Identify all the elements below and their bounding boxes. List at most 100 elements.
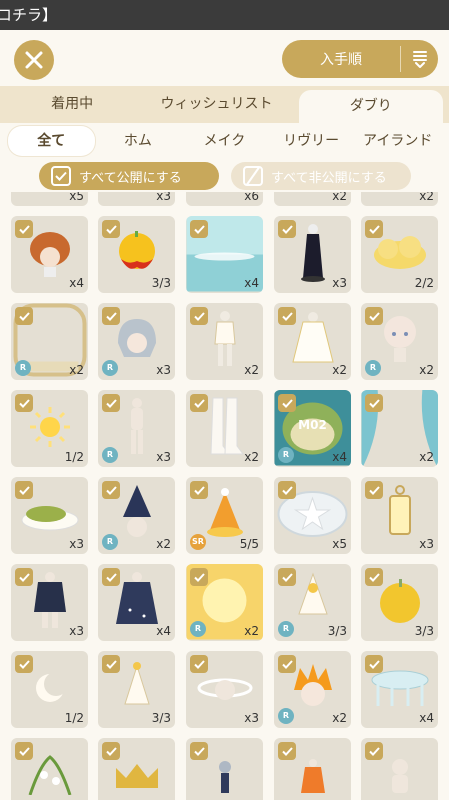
item-count: 1/2	[64, 711, 84, 725]
item-cell[interactable]: x3	[186, 651, 263, 728]
item-cell[interactable]: Rx3	[98, 390, 175, 467]
item-cell[interactable]: x5	[274, 477, 351, 554]
item-cell[interactable]	[98, 738, 175, 800]
item-cell[interactable]: x5	[11, 192, 88, 206]
item-checkbox[interactable]	[190, 394, 208, 412]
item-checkbox[interactable]	[15, 655, 33, 673]
item-stage-label: M02	[298, 418, 327, 432]
face-icon	[378, 312, 422, 372]
item-checkbox[interactable]	[15, 220, 33, 238]
item-cell[interactable]: x3	[11, 564, 88, 641]
item-checkbox[interactable]	[102, 481, 120, 499]
tab-livly[interactable]: リヴリー	[268, 126, 355, 156]
item-cell[interactable]: x2	[186, 390, 263, 467]
item-checkbox[interactable]	[15, 307, 33, 325]
item-cell[interactable]: x2	[361, 390, 438, 467]
item-checkbox[interactable]	[102, 394, 120, 412]
item-cell[interactable]: Rx2	[186, 564, 263, 641]
sun-hat-icon	[293, 570, 333, 636]
item-cell[interactable]: x3	[274, 216, 351, 293]
item-cell[interactable]: Rx2	[361, 303, 438, 380]
item-checkbox[interactable]	[102, 307, 120, 325]
publish-all-button[interactable]: すべて公開にする	[39, 162, 219, 190]
rarity-badge: R	[15, 360, 31, 376]
item-cell[interactable]: x2	[274, 192, 351, 206]
header: 入手順	[0, 30, 449, 86]
item-checkbox[interactable]	[278, 568, 296, 586]
close-button[interactable]	[14, 40, 54, 80]
item-checkbox[interactable]	[190, 307, 208, 325]
item-cell[interactable]: R 3/3	[274, 564, 351, 641]
item-checkbox[interactable]	[278, 481, 296, 499]
item-checkbox[interactable]	[190, 655, 208, 673]
tab-wishlist[interactable]: ウィッシュリスト	[144, 86, 288, 123]
item-cell[interactable]	[11, 738, 88, 800]
item-cell[interactable]: x3	[11, 477, 88, 554]
item-checkbox[interactable]	[102, 220, 120, 238]
moon-icon	[28, 666, 72, 714]
tab-wearing[interactable]: 着用中	[0, 86, 144, 123]
item-cell[interactable]: x4	[186, 216, 263, 293]
item-checkbox[interactable]	[365, 307, 383, 325]
item-cell[interactable]	[186, 738, 263, 800]
item-checkbox[interactable]	[278, 655, 296, 673]
item-cell[interactable]: x4	[11, 216, 88, 293]
item-checkbox[interactable]	[365, 220, 383, 238]
item-checkbox[interactable]	[15, 568, 33, 586]
item-checkbox[interactable]	[190, 481, 208, 499]
item-checkbox[interactable]	[278, 220, 296, 238]
rarity-badge: R	[190, 621, 206, 637]
item-cell[interactable]: 3/3	[361, 564, 438, 641]
item-cell[interactable]: x2	[186, 303, 263, 380]
orange-dress-icon	[295, 757, 331, 797]
item-cell[interactable]: 1/2	[11, 390, 88, 467]
tab-island[interactable]: アイランド	[354, 126, 441, 156]
item-cell[interactable]: 3/3	[98, 216, 175, 293]
item-count: x4	[419, 711, 434, 725]
sun-icon	[28, 405, 72, 453]
item-checkbox[interactable]	[365, 568, 383, 586]
item-cell[interactable]: Rx2	[98, 477, 175, 554]
item-cell[interactable]: x2	[274, 303, 351, 380]
item-cell[interactable]	[361, 738, 438, 800]
item-checkbox[interactable]	[15, 481, 33, 499]
item-checkbox[interactable]	[190, 220, 208, 238]
item-cell[interactable]: M02 Rx4	[274, 390, 351, 467]
item-checkbox[interactable]	[365, 742, 383, 760]
item-checkbox[interactable]	[278, 742, 296, 760]
ornament-icon	[210, 757, 240, 797]
tab-home[interactable]: ホム	[95, 126, 182, 156]
item-checkbox[interactable]	[365, 481, 383, 499]
item-cell[interactable]: x6	[186, 192, 263, 206]
item-cell[interactable]: 2/2	[361, 216, 438, 293]
item-checkbox[interactable]	[190, 742, 208, 760]
item-cell[interactable]: x4	[98, 564, 175, 641]
item-checkbox[interactable]	[102, 742, 120, 760]
item-cell[interactable]: x3	[98, 192, 175, 206]
item-count: 3/3	[414, 624, 434, 638]
item-checkbox[interactable]	[365, 655, 383, 673]
item-cell[interactable]: x2	[361, 192, 438, 206]
tab-makeup[interactable]: メイク	[181, 126, 268, 156]
unpublish-all-button[interactable]: すべて非公開にする	[231, 162, 411, 190]
item-cell[interactable]: x3	[361, 477, 438, 554]
item-checkbox[interactable]	[102, 568, 120, 586]
item-cell[interactable]: 1/2	[11, 651, 88, 728]
item-checkbox[interactable]	[15, 742, 33, 760]
item-cell[interactable]: Rx3	[98, 303, 175, 380]
item-cell[interactable]: x4	[361, 651, 438, 728]
item-cell[interactable]	[274, 738, 351, 800]
item-checkbox[interactable]	[190, 568, 208, 586]
tab-duplicates[interactable]: ダブり	[298, 90, 443, 123]
tab-all[interactable]: 全て	[8, 126, 95, 156]
item-cell[interactable]: Rx2	[274, 651, 351, 728]
sort-button[interactable]: 入手順	[282, 40, 438, 78]
item-cell[interactable]: Rx2	[11, 303, 88, 380]
item-cell[interactable]: SR 5/5	[186, 477, 263, 554]
item-checkbox[interactable]	[102, 655, 120, 673]
item-checkbox[interactable]	[15, 394, 33, 412]
item-checkbox[interactable]	[278, 307, 296, 325]
item-checkbox[interactable]	[365, 394, 383, 412]
item-cell[interactable]: 3/3	[98, 651, 175, 728]
item-checkbox[interactable]	[278, 394, 296, 412]
